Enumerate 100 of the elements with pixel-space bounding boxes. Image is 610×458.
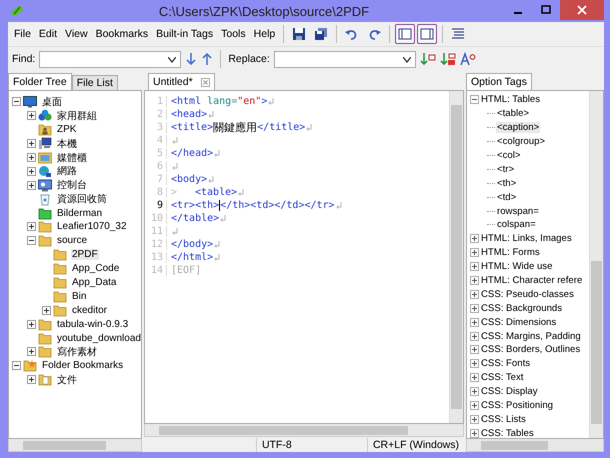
menu-item[interactable]: Bookmarks (92, 28, 152, 40)
tree-item[interactable]: 桌面 (41, 94, 63, 109)
tree-item[interactable]: ZPK (56, 124, 78, 136)
expand-icon[interactable] (27, 320, 36, 329)
option-tag-item[interactable]: CSS: Backgrounds (480, 302, 564, 314)
expand-icon[interactable] (470, 262, 479, 272)
tree-item[interactable]: 家用群組 (56, 108, 98, 123)
pane-tab[interactable]: Folder Tree (8, 73, 72, 90)
expand-icon[interactable] (470, 234, 479, 244)
expand-icon[interactable] (470, 290, 479, 299)
option-tag-item[interactable]: <caption> (496, 122, 540, 134)
menu-item[interactable]: Edit (36, 28, 60, 40)
tree-item[interactable]: 資源回收筒 (56, 192, 108, 206)
expand-icon[interactable] (470, 304, 479, 313)
option-tag-item[interactable]: CSS: Margins, Padding (480, 330, 582, 342)
expand-icon[interactable] (27, 375, 36, 384)
expand-icon[interactable] (470, 318, 479, 327)
horizontal-scrollbar[interactable] (144, 424, 464, 437)
expand-icon[interactable] (27, 111, 36, 120)
option-tag-item[interactable]: <col> (496, 150, 522, 161)
option-tag-item[interactable]: <th> (496, 178, 518, 189)
match-case-icon[interactable] (460, 52, 476, 66)
option-tag-item[interactable]: colspan= (496, 219, 537, 230)
replace-field[interactable] (274, 50, 416, 68)
option-tag-item[interactable]: CSS: Lists (480, 414, 527, 425)
tree-item[interactable]: Folder Bookmarks (41, 360, 124, 372)
option-tag-item[interactable]: CSS: Display (480, 386, 539, 398)
option-tag-item[interactable]: CSS: Positioning (480, 400, 554, 412)
arrow-up-icon[interactable] (201, 52, 214, 66)
collapse-icon[interactable] (27, 236, 36, 246)
tree-item[interactable]: tabula-win-0.9.3 (56, 318, 130, 330)
option-tag-item[interactable]: <table> (496, 108, 530, 120)
replace-all-icon[interactable] (440, 52, 456, 66)
option-tag-item[interactable]: rowspan= (496, 206, 540, 217)
expand-icon[interactable] (470, 387, 479, 396)
pane-tab[interactable]: File List (72, 75, 118, 90)
left-pane-icon[interactable] (395, 24, 416, 44)
expand-icon[interactable] (27, 180, 36, 190)
option-tag-item[interactable]: <colgroup> (496, 136, 546, 148)
option-tag-item[interactable]: CSS: Fonts (480, 358, 532, 370)
right-pane-icon[interactable] (417, 24, 438, 44)
collapse-icon[interactable] (12, 361, 21, 370)
editor-tab[interactable]: Untitled* (148, 73, 215, 90)
expand-icon[interactable] (27, 153, 36, 162)
expand-icon[interactable] (470, 428, 479, 438)
expand-icon[interactable] (470, 332, 479, 341)
expand-icon[interactable] (27, 139, 36, 148)
option-tag-item[interactable]: HTML: Wide use (480, 261, 554, 272)
vertical-scrollbar[interactable] (589, 91, 603, 438)
menu-item[interactable]: File (11, 28, 34, 40)
option-tag-item[interactable]: CSS: Dimensions (480, 316, 558, 328)
expand-icon[interactable] (470, 373, 479, 382)
expand-icon[interactable] (42, 306, 51, 315)
expand-icon[interactable] (470, 276, 479, 286)
expand-icon[interactable] (27, 347, 36, 356)
tree-item[interactable]: Bilderman (56, 208, 104, 219)
tree-item[interactable]: youtube_download (56, 332, 141, 344)
option-tag-item[interactable]: CSS: Pseudo-classes (480, 288, 575, 300)
option-tag-item[interactable]: CSS: Borders, Outlines (480, 344, 582, 356)
option-tag-item[interactable]: HTML: Tables (480, 94, 542, 106)
maximize-icon[interactable] (541, 5, 551, 15)
expand-icon[interactable] (470, 345, 479, 354)
option-tag-item[interactable]: HTML: Character refere (480, 275, 584, 286)
close-button[interactable] (560, 0, 604, 20)
tree-item[interactable]: source (56, 235, 88, 246)
expand-icon[interactable] (470, 401, 479, 410)
expand-icon[interactable] (470, 248, 479, 258)
tree-item[interactable]: 文件 (56, 372, 78, 387)
option-tag-item[interactable]: CSS: Tables (480, 428, 535, 438)
pane-tab[interactable]: Option Tags (466, 73, 532, 90)
expand-icon[interactable] (470, 359, 479, 368)
collapse-icon[interactable] (12, 97, 21, 106)
tree-item[interactable]: ckeditor (71, 304, 108, 316)
option-tag-item[interactable]: CSS: Text (480, 372, 524, 384)
horizontal-scrollbar[interactable] (466, 439, 604, 452)
tree-item[interactable]: 本機 (56, 136, 78, 151)
expand-icon[interactable] (27, 166, 36, 176)
expand-icon[interactable] (27, 222, 36, 232)
menu-item[interactable]: View (62, 28, 91, 40)
menu-item[interactable]: Built-in Tags (153, 28, 216, 40)
replace-icon[interactable] (420, 52, 436, 66)
option-tag-item[interactable]: <tr> (496, 164, 516, 175)
close-icon[interactable] (200, 78, 210, 86)
vertical-scrollbar[interactable] (449, 91, 463, 423)
tree-item[interactable]: 網路 (56, 164, 78, 178)
menu-item[interactable]: Help (250, 28, 278, 40)
expand-icon[interactable] (470, 414, 479, 424)
option-tag-item[interactable]: HTML: Forms (480, 247, 541, 258)
option-tag-item[interactable]: <td> (496, 192, 518, 203)
tree-item[interactable]: App_Data (71, 277, 118, 288)
collapse-icon[interactable] (470, 95, 479, 104)
tree-item[interactable]: Bin (71, 290, 88, 302)
tree-item[interactable]: 媒體櫃 (56, 150, 88, 165)
tree-item[interactable]: 2PDF (71, 249, 99, 260)
find-field[interactable] (39, 50, 182, 68)
arrow-down-icon[interactable] (185, 52, 198, 66)
tree-item[interactable]: 寫作素材 (56, 344, 98, 359)
menu-item[interactable]: Tools (218, 28, 249, 40)
tree-item[interactable]: App_Code (71, 263, 120, 274)
horizontal-scrollbar[interactable] (8, 439, 142, 452)
